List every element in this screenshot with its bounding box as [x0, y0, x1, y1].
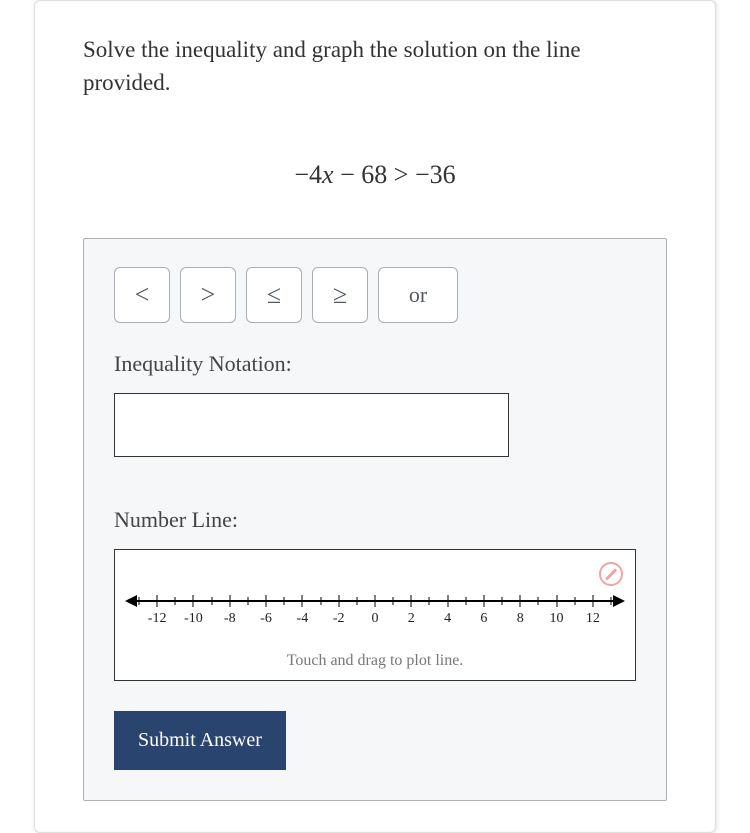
question-card: Solve the inequality and graph the solut… [34, 0, 716, 833]
tick-major: -4 [302, 595, 303, 607]
lhs-const: − 68 [334, 160, 388, 189]
numberline-hint: Touch and drag to plot line. [119, 652, 631, 670]
tick-minor [139, 595, 140, 605]
answer-panel: < > ≤ ≥ or Inequality Notation: Number L… [83, 238, 667, 801]
tick-minor [320, 595, 321, 605]
question-prompt: Solve the inequality and graph the solut… [83, 33, 667, 100]
clear-icon[interactable] [599, 562, 623, 586]
tick-minor [611, 595, 612, 605]
inequality-expression: −4x − 68 > −36 [83, 160, 667, 190]
tick-minor [247, 595, 248, 605]
tick-label: 6 [480, 611, 487, 627]
tick-minor [211, 595, 212, 605]
numberline-area[interactable]: -12 -10 -8 -6 -4 -2 0 2 4 6 8 10 12 Touch and drag t… [114, 549, 636, 681]
tick-minor [429, 595, 430, 605]
inequality-label: Inequality Notation: [114, 351, 636, 377]
tick-minor [574, 595, 575, 605]
tick-minor [465, 595, 466, 605]
tick-minor [284, 595, 285, 605]
lt-button[interactable]: < [114, 267, 170, 323]
tick-major: 2 [411, 595, 412, 607]
tick-label: 4 [444, 611, 451, 627]
or-button[interactable]: or [378, 267, 458, 323]
tick-major: 0 [375, 595, 376, 607]
tick-label: -10 [184, 611, 203, 627]
tick-label: 10 [550, 611, 564, 627]
tick-label: 8 [517, 611, 524, 627]
relation: > [387, 160, 415, 189]
tick-minor [356, 595, 357, 605]
gt-button[interactable]: > [180, 267, 236, 323]
tick-minor [393, 595, 394, 605]
tick-major: -8 [229, 595, 230, 607]
tick-label: -12 [148, 611, 167, 627]
ge-button[interactable]: ≥ [312, 267, 368, 323]
tick-major: -12 [157, 595, 158, 607]
tick-label: 2 [408, 611, 415, 627]
operator-row: < > ≤ ≥ or [114, 267, 636, 323]
numberline-axis: -12 -10 -8 -6 -4 -2 0 2 4 6 8 10 12 [119, 590, 631, 646]
tick-label: -2 [333, 611, 345, 627]
tick-label: 0 [372, 611, 379, 627]
rhs: −36 [415, 160, 456, 189]
tick-major: 4 [447, 595, 448, 607]
tick-major: 10 [556, 595, 557, 607]
lhs-coeff: −4 [294, 160, 322, 189]
tick-label: -6 [260, 611, 272, 627]
tick-label: -8 [224, 611, 236, 627]
tick-minor [538, 595, 539, 605]
le-button[interactable]: ≤ [246, 267, 302, 323]
tick-major: -2 [338, 595, 339, 607]
tick-container: -12 -10 -8 -6 -4 -2 0 2 4 6 8 10 12 [139, 595, 611, 635]
inequality-input[interactable] [114, 393, 509, 457]
tick-major: -10 [193, 595, 194, 607]
tick-major: 12 [592, 595, 593, 607]
submit-button[interactable]: Submit Answer [114, 711, 286, 770]
tick-major: -6 [266, 595, 267, 607]
tick-label: 12 [586, 611, 600, 627]
tick-major: 6 [483, 595, 484, 607]
tick-minor [502, 595, 503, 605]
tick-major: 8 [520, 595, 521, 607]
numberline-label: Number Line: [114, 507, 636, 533]
lhs-var: x [322, 160, 334, 189]
tick-label: -4 [297, 611, 309, 627]
tick-minor [175, 595, 176, 605]
